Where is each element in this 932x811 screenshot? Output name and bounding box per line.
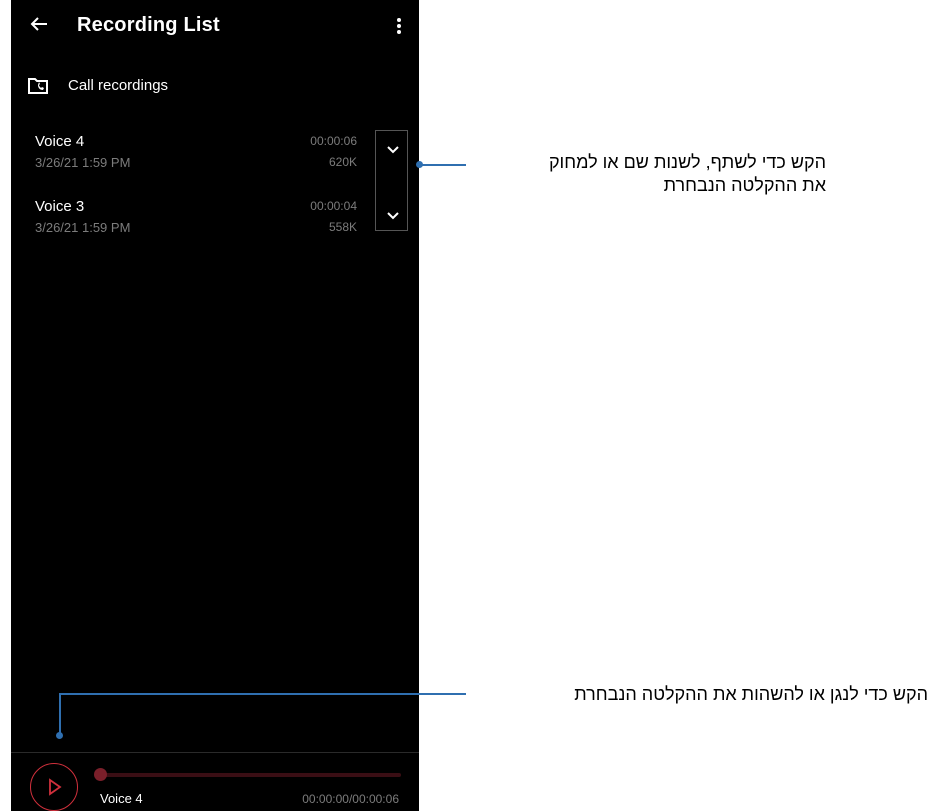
recording-name: Voice 3 (35, 198, 85, 215)
page-title: Recording List (77, 14, 220, 36)
progress-track[interactable] (99, 773, 401, 777)
callout-line (419, 164, 466, 166)
recording-name: Voice 4 (35, 133, 85, 150)
recording-date: 3/26/21 1:59 PM (35, 220, 131, 235)
callout-options-line2: את ההקלטה הנבחרת (663, 175, 826, 195)
callout-line (59, 693, 61, 735)
back-button[interactable] (27, 12, 51, 36)
chevron-down-icon (387, 212, 399, 220)
recording-duration: 00:00:04 (310, 199, 357, 213)
callout-dot (56, 732, 63, 739)
callout-options-line1: הקש כדי לשתף, לשנות שם או למחוק (548, 152, 826, 172)
player-bar: Voice 4 00:00:00/00:00:06 (11, 752, 419, 811)
chevron-down-icon (387, 146, 399, 154)
progress-thumb[interactable] (94, 768, 107, 781)
recording-item[interactable]: Voice 4 3/26/21 1:59 PM 00:00:06 620K (11, 133, 419, 183)
more-vertical-icon (397, 18, 401, 34)
expand-options-button[interactable] (380, 203, 406, 229)
folder-label: Call recordings (68, 77, 169, 94)
recording-date: 3/26/21 1:59 PM (35, 155, 131, 170)
recording-duration: 00:00:06 (310, 134, 357, 148)
callout-options-text: הקש כדי לשתף, לשנות שם או למחוק את ההקלט… (470, 151, 826, 197)
callout-line (59, 693, 466, 695)
arrow-left-icon (30, 17, 47, 31)
player-time: 00:00:00/00:00:06 (302, 792, 399, 806)
callout-dot (416, 161, 423, 168)
play-icon (49, 778, 62, 796)
app-bar: Recording List (11, 0, 419, 56)
call-recordings-folder[interactable]: Call recordings (11, 66, 419, 106)
more-options-button[interactable] (387, 12, 411, 40)
play-pause-button[interactable] (30, 763, 78, 811)
player-title: Voice 4 (100, 791, 143, 806)
recording-size: 620K (328, 155, 357, 169)
phone-screen: Recording List Call recordings Voice 4 3… (11, 0, 419, 811)
recording-size: 558K (328, 220, 357, 234)
folder-phone-icon (28, 78, 48, 94)
callout-play-text: הקש כדי לנגן או להשהות את ההקלטה הנבחרת (574, 684, 928, 704)
recording-item[interactable]: Voice 3 3/26/21 1:59 PM 00:00:04 558K (11, 198, 419, 248)
expand-options-button[interactable] (380, 137, 406, 163)
